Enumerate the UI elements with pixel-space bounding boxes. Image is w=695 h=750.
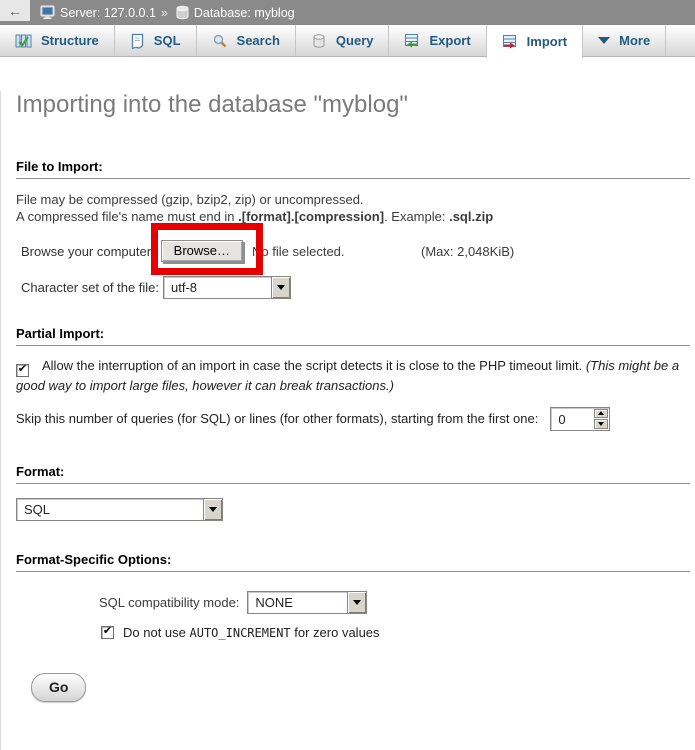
allow-interruption-checkbox[interactable]: ✔ [16, 364, 29, 377]
auto-increment-checkbox[interactable]: ✔ [101, 626, 114, 639]
dropdown-arrow-icon[interactable] [347, 592, 366, 613]
go-button[interactable]: Go [31, 673, 86, 702]
charset-select[interactable]: utf-8 [163, 276, 291, 299]
breadcrumb-bar: ← Server: 127.0.0.1 » Database: myblog [0, 0, 695, 25]
sql-compatibility-select[interactable]: NONE [247, 591, 367, 614]
browse-button[interactable]: Browse… [161, 240, 243, 262]
tab-label: SQL [154, 33, 181, 48]
breadcrumb-database[interactable]: Database: myblog [194, 6, 295, 20]
chevron-down-icon [598, 37, 610, 44]
section-heading-format: Format: [16, 464, 690, 484]
export-icon [404, 33, 420, 49]
tab-structure[interactable]: Structure [0, 25, 115, 56]
search-icon [212, 33, 228, 49]
max-size-note: (Max: 2,048KiB) [421, 244, 514, 259]
section-heading-partial-import: Partial Import: [16, 326, 690, 346]
sql-compatibility-value: NONE [248, 592, 347, 613]
server-icon [40, 5, 56, 20]
dropdown-arrow-icon[interactable] [271, 277, 290, 298]
charset-row: Character set of the file: utf-8 [16, 276, 690, 299]
breadcrumb-separator: » [161, 6, 168, 20]
charset-label: Character set of the file: [21, 280, 159, 295]
section-heading-file-to-import: File to Import: [16, 159, 690, 179]
tab-label: Search [237, 33, 280, 48]
checkmark-icon: ✔ [103, 626, 112, 637]
back-button[interactable]: ← [0, 0, 30, 21]
compression-line2: A compressed file's name must end in .[f… [16, 208, 690, 225]
tab-bar: Structure SQL Search Query [0, 25, 695, 57]
page-title: Importing into the database "myblog" [16, 91, 690, 119]
auto-increment-code: AUTO_INCREMENT [190, 626, 291, 640]
main-content: Importing into the database "myblog" Fil… [0, 91, 695, 750]
skip-queries-input[interactable]: 0 [550, 407, 610, 431]
browse-label: Browse your computer: [21, 244, 155, 259]
sql-compatibility-label: SQL compatibility mode: [99, 595, 239, 610]
dropdown-arrow-icon[interactable] [203, 499, 222, 520]
tab-sql[interactable]: SQL [115, 25, 197, 56]
compression-note: File may be compressed (gzip, bzip2, zip… [16, 191, 690, 225]
sql-compatibility-row: SQL compatibility mode: NONE [16, 591, 690, 614]
auto-increment-text: Do not use AUTO_INCREMENT for zero value… [123, 625, 380, 640]
tab-label: Structure [41, 33, 99, 48]
tab-export[interactable]: Export [389, 25, 486, 56]
tab-more[interactable]: More [583, 25, 666, 56]
skip-queries-label: Skip this number of queries (for SQL) or… [16, 411, 538, 426]
format-select[interactable]: SQL [16, 498, 223, 521]
sql-icon [130, 33, 145, 49]
tab-import[interactable]: Import [486, 25, 583, 58]
spinner-up-button[interactable] [594, 409, 608, 419]
no-file-selected-text: No file selected. [252, 244, 345, 259]
file-upload-row: Browse your computer: Browse… No file se… [16, 238, 690, 264]
tab-label: Import [527, 34, 567, 49]
structure-icon [15, 33, 32, 49]
section-heading-format-specific: Format-Specific Options: [16, 552, 690, 572]
spinner-down-button[interactable] [594, 419, 608, 429]
tab-query[interactable]: Query [296, 25, 390, 56]
tab-label: More [619, 33, 650, 48]
import-icon [502, 34, 518, 50]
query-icon [311, 33, 327, 49]
tab-label: Export [429, 33, 470, 48]
checkmark-icon: ✔ [18, 364, 27, 375]
breadcrumb-server[interactable]: Server: 127.0.0.1 [60, 6, 156, 20]
auto-increment-row: ✔ Do not use AUTO_INCREMENT for zero val… [16, 625, 690, 640]
tab-label: Query [336, 33, 374, 48]
skip-queries-row: Skip this number of queries (for SQL) or… [16, 407, 690, 431]
tab-search[interactable]: Search [197, 25, 296, 56]
allow-interruption-row: ✔ Allow the interruption of an import in … [16, 357, 690, 395]
format-selected-value: SQL [17, 499, 203, 520]
database-icon [175, 5, 190, 20]
charset-selected-value: utf-8 [164, 277, 271, 298]
skip-queries-value: 0 [551, 408, 593, 430]
compression-line1: File may be compressed (gzip, bzip2, zip… [16, 191, 690, 208]
allow-interruption-text: Allow the interruption of an import in c… [42, 358, 586, 373]
